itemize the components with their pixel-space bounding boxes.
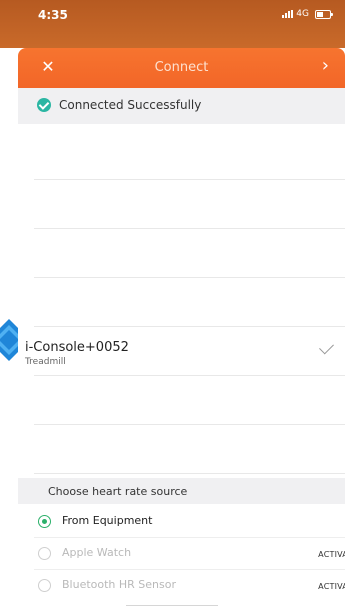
checkmark-icon (319, 339, 334, 355)
status-bar: 4:35 4G (0, 0, 345, 48)
connect-sheet: ✕ Connect › Connected Successfully i-Con… (18, 48, 345, 616)
connection-status-text: Connected Successfully (59, 98, 202, 112)
connection-status-banner: Connected Successfully (18, 88, 345, 124)
device-name: i-Console+0052 (25, 340, 129, 355)
page-title: Connect (154, 60, 209, 75)
activate-button[interactable]: ACTIVATI (318, 550, 345, 559)
heart-rate-section-header: Choose heart rate source (18, 478, 345, 504)
device-row-empty (34, 131, 345, 180)
connect-header: ✕ Connect › (18, 48, 345, 88)
device-row-empty (34, 278, 345, 327)
home-indicator (126, 605, 218, 609)
check-circle-icon (37, 98, 51, 112)
activate-button[interactable]: ACTIVATI (318, 582, 345, 591)
status-time: 4:35 (38, 8, 68, 22)
hr-option-label: From Equipment (62, 514, 153, 527)
chevron-right-icon[interactable]: › (322, 56, 329, 76)
device-list: i-Console+0052 Treadmill (18, 131, 345, 474)
signal-icon (282, 10, 294, 18)
radio-icon[interactable] (38, 579, 51, 592)
heart-rate-section-title: Choose heart rate source (48, 485, 188, 498)
status-indicators: 4G (282, 9, 333, 19)
device-row-selected[interactable]: i-Console+0052 Treadmill (25, 327, 345, 376)
hr-option-label: Bluetooth HR Sensor (62, 578, 177, 591)
hr-option-equipment[interactable]: From Equipment (18, 506, 345, 536)
device-row-empty (34, 376, 345, 425)
battery-icon (315, 9, 333, 19)
radio-selected-icon[interactable] (38, 515, 51, 528)
hr-option-label: Apple Watch (62, 546, 132, 559)
radio-icon[interactable] (38, 547, 51, 560)
device-row-empty (34, 425, 345, 474)
device-row-empty (34, 180, 345, 229)
device-type: Treadmill (25, 357, 66, 367)
network-label: 4G (296, 9, 309, 19)
hr-option-apple-watch[interactable]: Apple Watch ACTIVATI (18, 538, 345, 568)
hr-option-bluetooth[interactable]: Bluetooth HR Sensor ACTIVATI (18, 570, 345, 600)
device-row-empty (34, 229, 345, 278)
